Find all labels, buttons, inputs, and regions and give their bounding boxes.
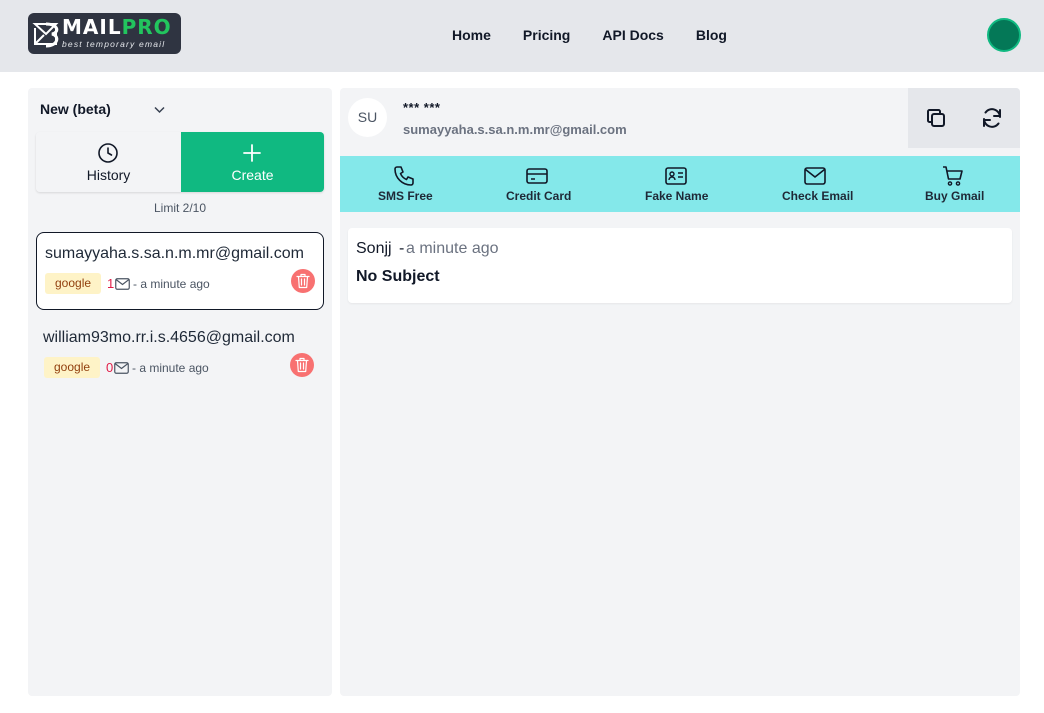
message-count: 1 xyxy=(107,276,115,291)
delete-button[interactable] xyxy=(290,353,314,377)
copy-icon[interactable] xyxy=(924,106,948,130)
chevron-down-icon xyxy=(154,106,165,114)
message-subject: No Subject xyxy=(356,268,440,285)
active-email-address: sumayyaha.s.sa.n.m.mr@gmail.com xyxy=(403,122,627,137)
message-sender: Sonjj xyxy=(356,240,392,257)
limit-text: Limit 2/10 xyxy=(153,201,207,215)
email-list-item[interactable]: william93mo.rr.i.s.4656@gmail.com google… xyxy=(36,317,324,395)
tools-toolbar: SMS Free Credit Card Fake Name Check Ema… xyxy=(340,156,1020,212)
email-sidebar: New (beta) History Create Limit 2/10 sum… xyxy=(28,88,332,696)
tool-label: Credit Card xyxy=(506,189,572,203)
nav-home[interactable]: Home xyxy=(452,26,491,44)
nav-blog[interactable]: Blog xyxy=(696,26,727,44)
action-button-group: History Create xyxy=(36,132,324,192)
email-time: - a minute ago xyxy=(133,277,210,291)
main-nav: Home Pricing API Docs Blog xyxy=(452,26,727,44)
envelope-logo-icon xyxy=(32,22,59,48)
credit-card-tool[interactable]: Credit Card xyxy=(506,156,572,212)
message-separator: - xyxy=(399,240,405,257)
tool-label: SMS Free xyxy=(378,189,433,203)
message-item[interactable]: Sonjj - a minute ago No Subject xyxy=(348,228,1012,303)
trash-icon xyxy=(296,273,310,289)
user-avatar[interactable] xyxy=(987,18,1021,52)
account-initials: SU xyxy=(348,98,387,137)
create-label: Create xyxy=(231,167,274,183)
nav-api-docs[interactable]: API Docs xyxy=(602,26,663,44)
delete-button[interactable] xyxy=(291,269,315,293)
envelope-icon xyxy=(115,278,130,290)
logo-wordmark: MAILPRO xyxy=(62,15,172,39)
email-address: william93mo.rr.i.s.4656@gmail.com xyxy=(43,329,295,346)
logo-tagline: best temporary email xyxy=(62,39,166,49)
history-label: History xyxy=(86,167,131,183)
email-list-item[interactable]: sumayyaha.s.sa.n.m.mr@gmail.com google 1… xyxy=(36,232,324,310)
trash-icon xyxy=(295,357,309,373)
inbox-panel: SU *** *** sumayyaha.s.sa.n.m.mr@gmail.c… xyxy=(340,88,1020,696)
create-button[interactable]: Create xyxy=(181,132,324,192)
check-email-tool[interactable]: Check Email xyxy=(782,156,854,212)
refresh-icon[interactable] xyxy=(980,106,1004,130)
tool-label: Check Email xyxy=(782,189,854,203)
email-address: sumayyaha.s.sa.n.m.mr@gmail.com xyxy=(45,245,304,262)
history-button[interactable]: History xyxy=(36,132,181,192)
buy-gmail-tool[interactable]: Buy Gmail xyxy=(925,156,985,212)
version-label: New (beta) xyxy=(40,101,111,117)
tool-label: Fake Name xyxy=(645,189,709,203)
plus-icon xyxy=(243,144,261,162)
id-card-icon xyxy=(665,167,687,185)
nav-pricing[interactable]: Pricing xyxy=(523,26,570,44)
provider-badge: google xyxy=(44,357,101,378)
provider-badge: google xyxy=(45,273,102,294)
envelope-icon xyxy=(114,362,129,374)
sms-free-tool[interactable]: SMS Free xyxy=(378,156,433,212)
tool-label: Buy Gmail xyxy=(925,189,985,203)
message-count: 0 xyxy=(106,360,114,375)
cart-icon xyxy=(943,166,963,186)
message-time: a minute ago xyxy=(406,240,499,257)
email-time: - a minute ago xyxy=(132,361,209,375)
mailpro-logo[interactable]: MAILPRO best temporary email xyxy=(28,13,181,54)
masked-name: *** *** xyxy=(403,100,441,115)
fake-name-tool[interactable]: Fake Name xyxy=(645,156,709,212)
version-dropdown[interactable]: New (beta) xyxy=(40,101,170,119)
credit-card-icon xyxy=(526,168,548,184)
phone-icon xyxy=(394,166,414,186)
top-header: MAILPRO best temporary email Home Pricin… xyxy=(0,0,1044,72)
clock-icon xyxy=(98,143,118,163)
mail-icon xyxy=(804,167,826,185)
